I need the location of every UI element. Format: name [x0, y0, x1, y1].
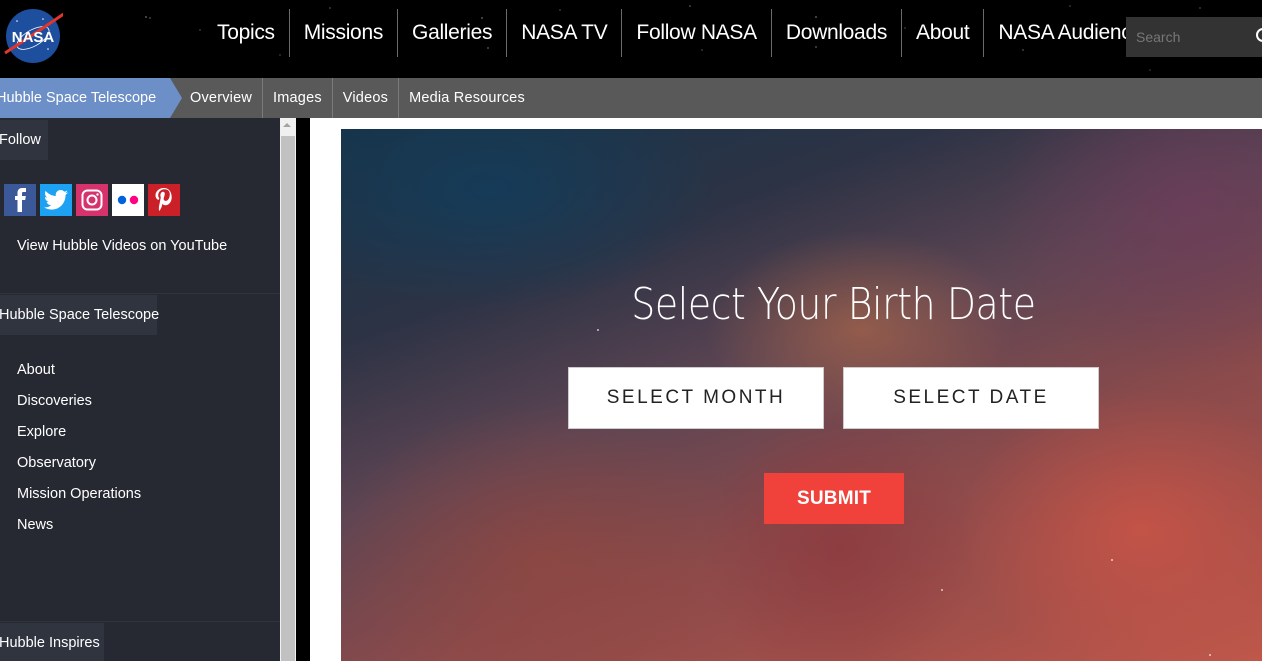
scroll-thumb[interactable] — [281, 136, 295, 661]
hst-section: Hubble Space Telescope — [0, 295, 159, 335]
sub-nav: Hubble Space Telescope Overview Images V… — [0, 78, 1262, 118]
nav-follow-nasa[interactable]: Follow NASA — [621, 9, 770, 57]
birthday-hero: Select Your Birth Date SELECT MONTH SELE… — [341, 129, 1262, 661]
hst-heading: Hubble Space Telescope — [0, 295, 159, 335]
search-icon[interactable] — [1256, 28, 1262, 42]
star-decoration — [1209, 654, 1211, 656]
submit-button[interactable]: SUBMIT — [764, 473, 904, 524]
twitter-icon — [44, 190, 68, 210]
instagram-link[interactable] — [76, 184, 108, 216]
top-header: NASA Topics Missions Galleries NASA TV F… — [0, 0, 1262, 78]
subnav-overview[interactable]: Overview — [180, 78, 262, 118]
sidebar-divider — [0, 293, 280, 294]
instagram-icon — [81, 189, 103, 211]
main-nav: Topics Missions Galleries NASA TV Follow… — [203, 9, 1167, 57]
sidebar-scrollbar[interactable] — [280, 118, 296, 661]
nav-topics[interactable]: Topics — [203, 9, 289, 57]
star-decoration — [941, 589, 943, 591]
pinterest-icon — [155, 188, 172, 211]
facebook-link[interactable] — [4, 184, 36, 216]
gutter — [296, 118, 310, 661]
sidebar-divider — [0, 621, 280, 622]
social-links — [4, 184, 180, 216]
hst-links: About Discoveries Explore Observatory Mi… — [17, 350, 141, 546]
facebook-icon — [15, 188, 26, 212]
hubble-inspires-heading[interactable]: Hubble Inspires — [0, 623, 104, 661]
hero-title: Select Your Birth Date — [631, 279, 1036, 330]
youtube-videos-link[interactable]: View Hubble Videos on YouTube — [17, 238, 227, 254]
nav-downloads[interactable]: Downloads — [770, 9, 901, 57]
nav-nasa-tv[interactable]: NASA TV — [506, 9, 621, 57]
nasa-logo[interactable]: NASA — [3, 5, 72, 65]
scroll-up-arrow-icon[interactable] — [283, 123, 291, 127]
star-decoration — [1111, 559, 1113, 561]
subnav-images[interactable]: Images — [262, 78, 332, 118]
nav-about[interactable]: About — [901, 9, 983, 57]
nav-missions[interactable]: Missions — [288, 9, 397, 57]
search-box — [1126, 17, 1262, 57]
pinterest-link[interactable] — [148, 184, 180, 216]
nav-galleries[interactable]: Galleries — [397, 9, 506, 57]
twitter-link[interactable] — [40, 184, 72, 216]
subnav-media-resources[interactable]: Media Resources — [398, 78, 535, 118]
section-tab-hubble[interactable]: Hubble Space Telescope — [0, 78, 182, 118]
search-input[interactable] — [1126, 29, 1246, 45]
sidebar: Follow View Hubble Videos on YouTube Hub… — [0, 118, 280, 661]
nasa-meatball-icon: NASA — [4, 7, 72, 63]
select-date-dropdown[interactable]: SELECT DATE — [843, 367, 1099, 429]
hubble-inspires-section: Hubble Inspires — [0, 623, 104, 661]
flickr-link[interactable] — [112, 184, 144, 216]
flickr-icon — [117, 195, 139, 205]
subnav-videos[interactable]: Videos — [331, 78, 398, 118]
content-area: Select Your Birth Date SELECT MONTH SELE… — [310, 118, 1262, 661]
follow-heading: Follow — [0, 120, 48, 160]
svg-text:NASA: NASA — [12, 29, 55, 46]
select-month-dropdown[interactable]: SELECT MONTH — [568, 367, 824, 429]
follow-section: Follow — [0, 120, 48, 160]
